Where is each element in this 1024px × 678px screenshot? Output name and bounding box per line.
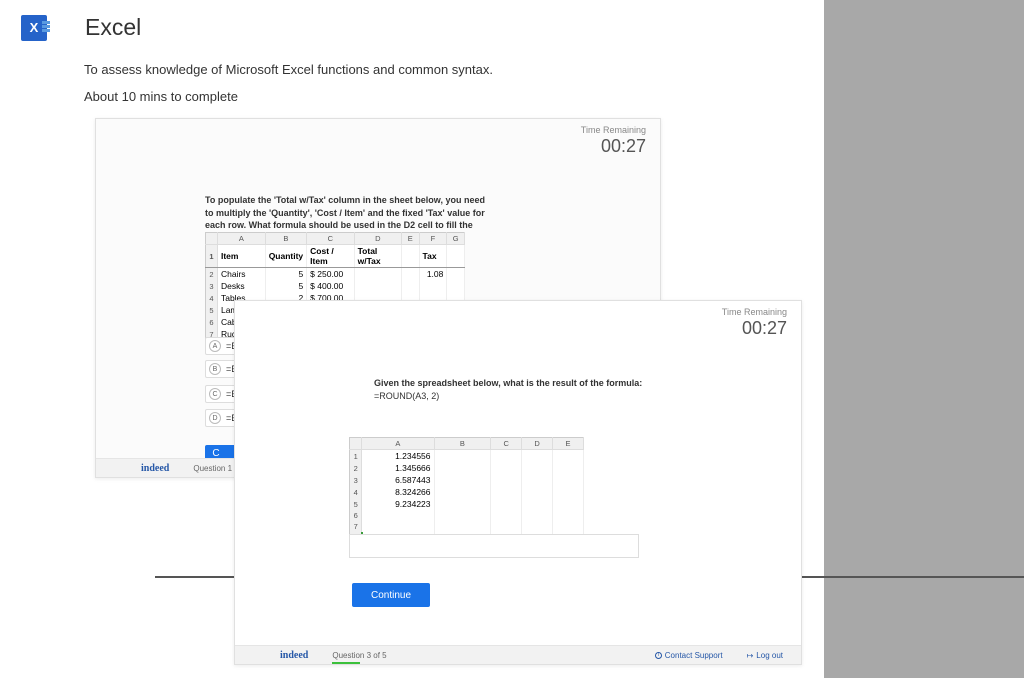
- continue-button[interactable]: Continue: [352, 583, 430, 607]
- time-remaining-label: Time Remaining: [581, 125, 646, 135]
- table-row: 11.234556: [350, 450, 584, 463]
- excel-icon-text: X: [30, 20, 39, 35]
- header-row: 1 Item Quantity Cost / Item Total w/Tax …: [206, 245, 465, 268]
- indeed-logo: indeed: [141, 463, 169, 474]
- page-title: Excel: [85, 14, 141, 41]
- subtitle: To assess knowledge of Microsoft Excel f…: [84, 62, 493, 77]
- option-letter: B: [209, 363, 221, 375]
- table-row: 48.324266: [350, 486, 584, 498]
- option-letter: D: [209, 412, 221, 424]
- progress-bar: [332, 662, 360, 664]
- answer-input[interactable]: [349, 534, 639, 558]
- time-remaining-label: Time Remaining: [722, 307, 787, 317]
- logout-link[interactable]: ↦ Log out: [747, 651, 783, 660]
- duration: About 10 mins to complete: [84, 89, 238, 104]
- card-footer: indeed Question 3 of 5 i Contact Support…: [235, 645, 801, 664]
- table-row: 6: [350, 510, 584, 521]
- page-header: X Excel: [21, 14, 141, 41]
- column-header-row: A B C D E: [350, 438, 584, 450]
- option-letter: C: [209, 388, 221, 400]
- excel-icon: X: [21, 15, 47, 41]
- logout-icon: ↦: [747, 651, 754, 660]
- contact-support-link[interactable]: i Contact Support: [655, 651, 723, 660]
- column-header-row: A B C D E F G: [206, 233, 465, 245]
- table-row: 21.345666: [350, 462, 584, 474]
- assessment-card-2: Time Remaining 00:27 Given the spreadshe…: [234, 300, 802, 665]
- question-text: Given the spreadsheet below, what is the…: [374, 377, 654, 390]
- formula-text: =ROUND(A3, 2): [374, 391, 439, 401]
- table-row: 2Chairs5$ 250.001.08: [206, 268, 465, 281]
- question-counter: Question 3 of 5: [332, 651, 386, 660]
- table-row: 7: [350, 521, 584, 532]
- spreadsheet-table: A B C D E 11.234556 21.345666 36.587443 …: [349, 437, 584, 544]
- option-letter: A: [209, 340, 221, 352]
- info-icon: i: [655, 652, 662, 659]
- table-row: 36.587443: [350, 474, 584, 486]
- time-remaining-value: 00:27: [742, 318, 787, 339]
- table-row: 3Desks5$ 400.00: [206, 280, 465, 292]
- table-row: 59.234223: [350, 498, 584, 510]
- time-remaining-value: 00:27: [601, 136, 646, 157]
- indeed-logo: indeed: [280, 650, 308, 661]
